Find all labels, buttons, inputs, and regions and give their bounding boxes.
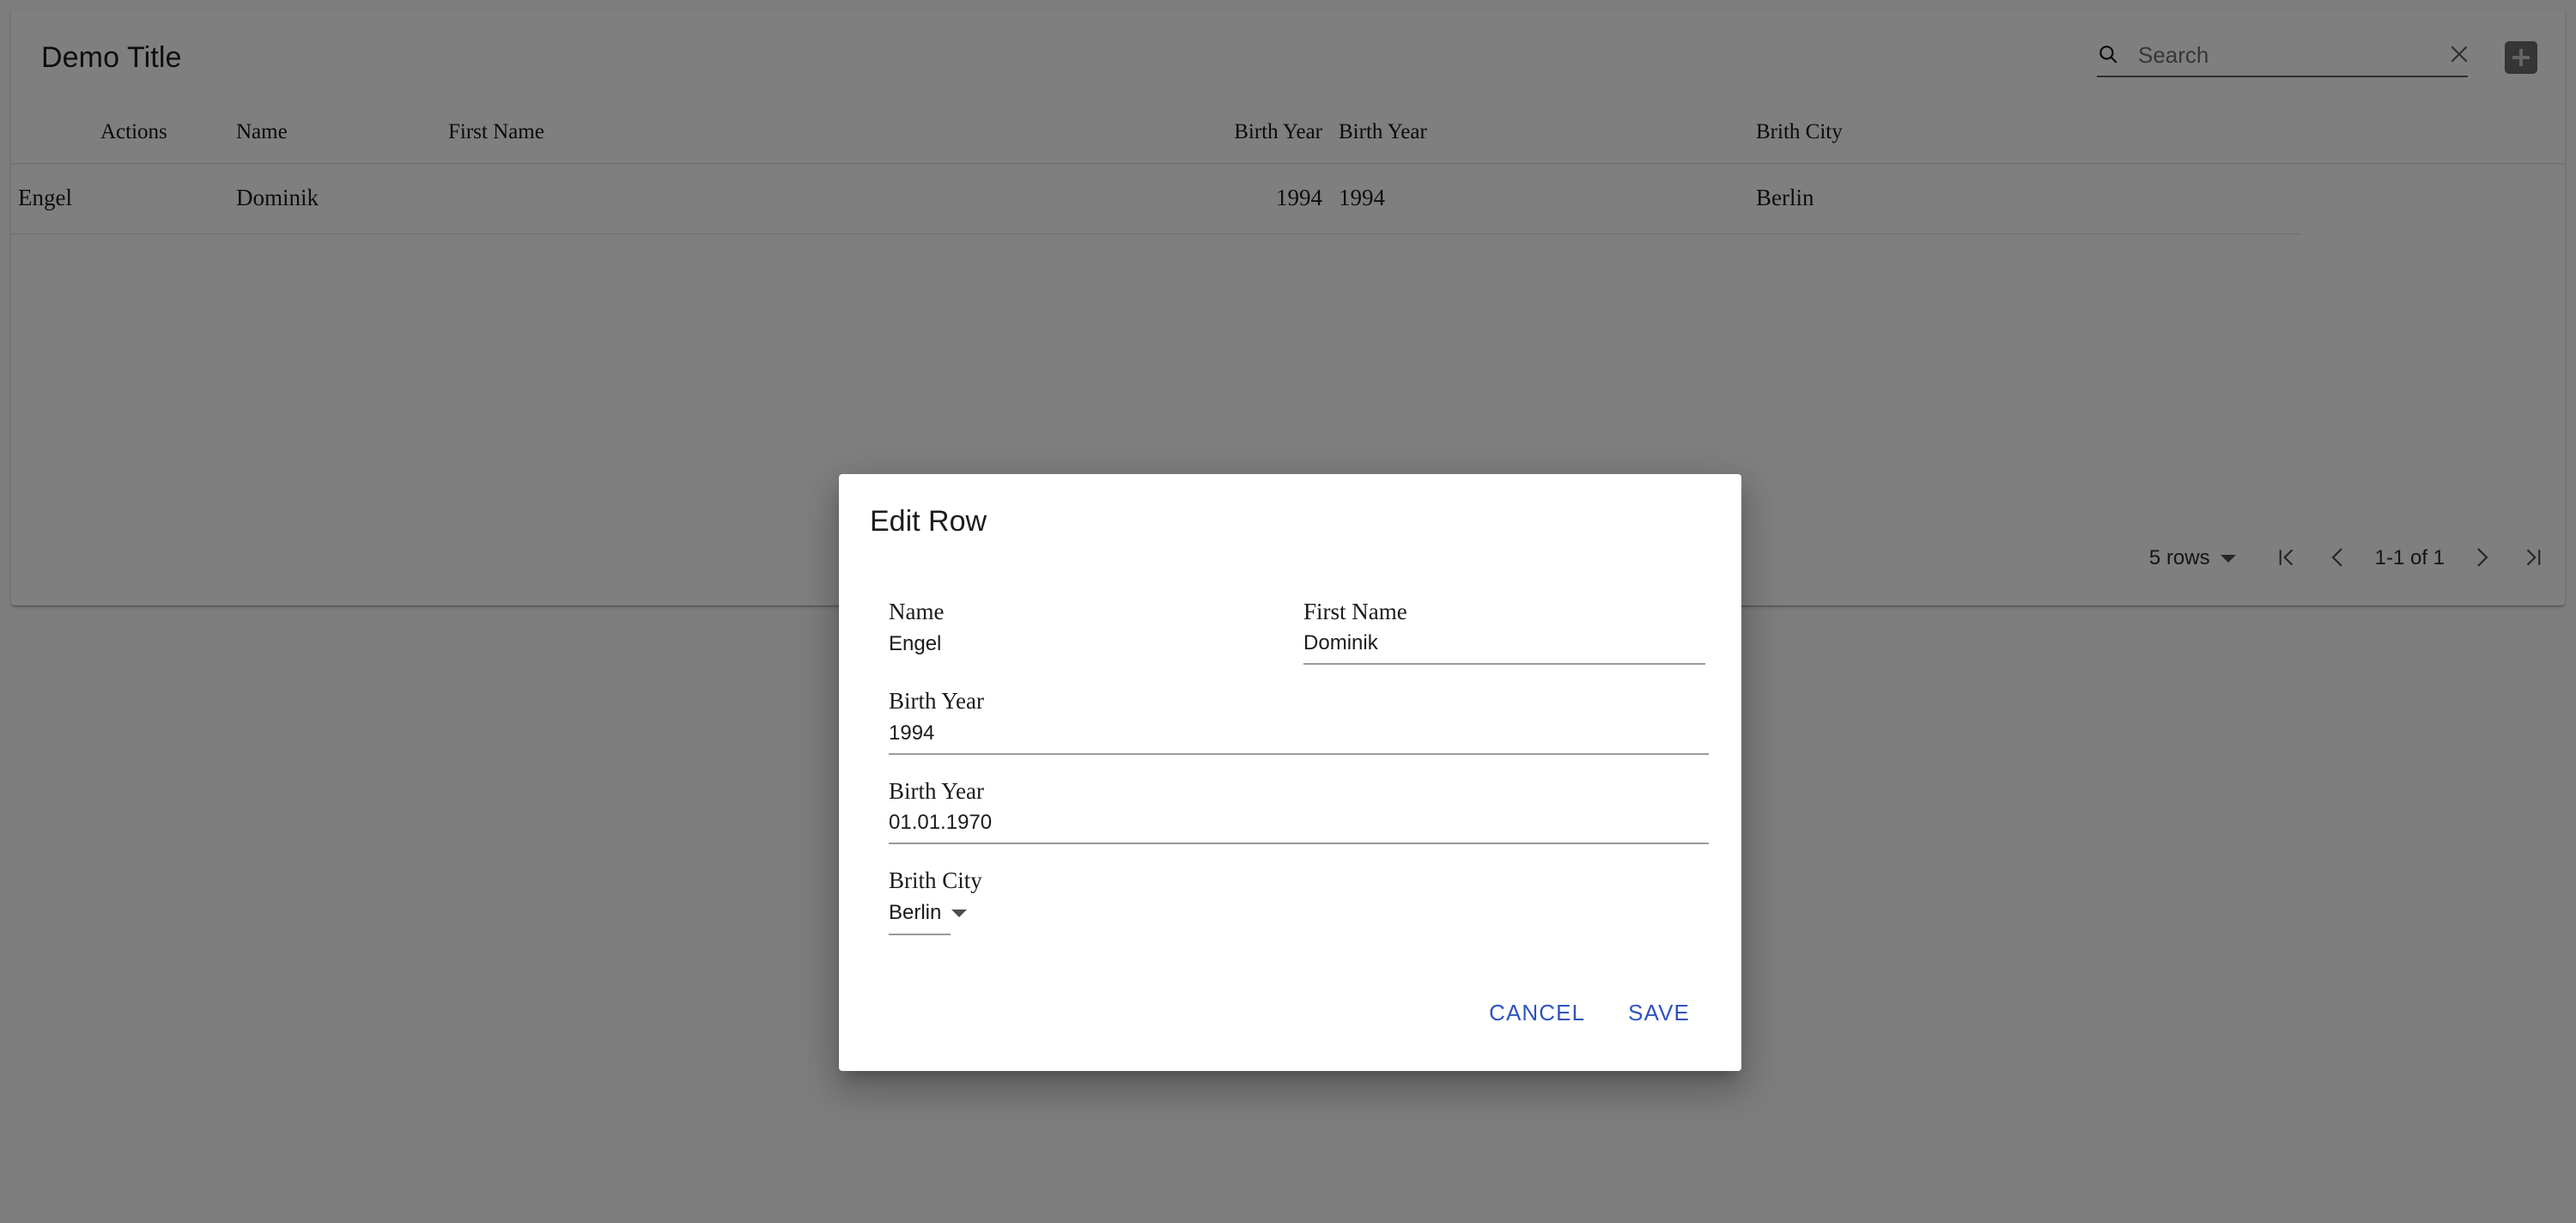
field-label-birth-year-2: Birth Year	[889, 777, 985, 804]
field-name: Name Engel	[889, 599, 1280, 665]
dialog-actions: CANCEL SAVE	[1473, 988, 1705, 1038]
field-label-name: Name	[889, 599, 945, 624]
birth-year-1-input[interactable]	[889, 719, 1709, 755]
birth-year-2-input[interactable]	[889, 809, 1709, 845]
brith-city-value: Berlin	[889, 901, 942, 925]
form-row-names: Name Engel First Name	[889, 599, 1705, 689]
field-label-first-name: First Name	[1303, 599, 1407, 624]
field-birth-year-2: Birth Year	[889, 777, 1709, 845]
chevron-down-icon	[951, 909, 968, 917]
dialog-title: Edit Row	[870, 505, 987, 538]
field-label-birth-year-1: Birth Year	[889, 688, 985, 715]
save-button[interactable]: SAVE	[1613, 988, 1705, 1038]
field-brith-city: Brith City Berlin	[889, 867, 982, 936]
first-name-input[interactable]	[1303, 630, 1705, 666]
app-root: Demo Title	[0, 0, 2576, 1223]
edit-row-dialog: Edit Row Name Engel First Name Birth Yea…	[839, 474, 1741, 1071]
field-birth-year-1: Birth Year	[889, 688, 1709, 755]
field-label-brith-city: Brith City	[889, 867, 982, 894]
brith-city-select[interactable]: Berlin	[889, 898, 968, 936]
dialog-form: Name Engel First Name Birth Year Birth Y…	[889, 599, 1709, 959]
cancel-button[interactable]: CANCEL	[1473, 988, 1601, 1038]
field-value-name: Engel	[889, 632, 942, 656]
field-first-name: First Name	[1303, 599, 1705, 666]
